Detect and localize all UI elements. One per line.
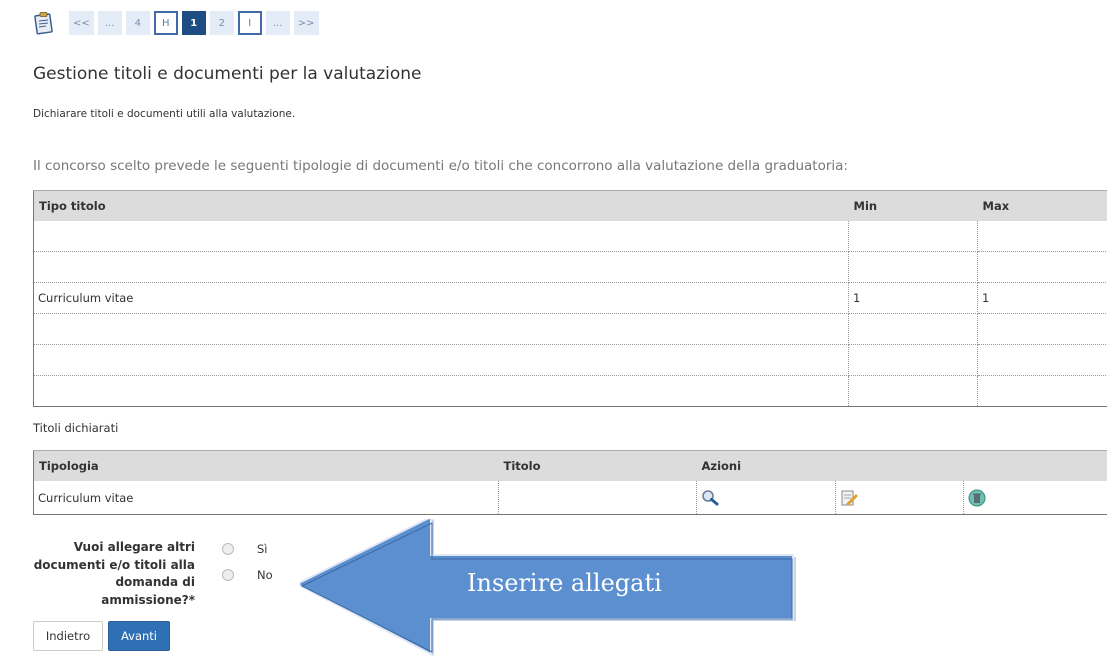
table-row: Curriculum vitae	[33, 481, 1107, 515]
edit-icon[interactable]	[840, 489, 858, 507]
table-row	[33, 375, 1107, 407]
cell-tipo	[33, 344, 849, 376]
cell-tipo	[33, 375, 849, 407]
cell-max	[977, 221, 1107, 252]
action-edit-cell	[835, 481, 964, 515]
cell-max	[977, 251, 1107, 283]
cell-max	[977, 313, 1107, 345]
cell-tipo	[33, 221, 849, 252]
cell-min	[848, 344, 978, 376]
action-view-cell	[696, 481, 836, 515]
col-tipologia: Tipologia	[33, 450, 499, 481]
table-row	[33, 221, 1107, 252]
cell-max	[977, 344, 1107, 376]
cell-tipo	[33, 313, 849, 345]
step-ellipsis-left: ...	[97, 11, 122, 35]
col-min: Min	[848, 190, 978, 221]
step-ellipsis-right: ...	[265, 11, 290, 35]
delete-icon[interactable]	[968, 489, 986, 507]
table-row: Curriculum vitae 1 1	[33, 282, 1107, 314]
declared-titles-label: Titoli dichiarati	[33, 421, 119, 435]
radio-yes[interactable]	[222, 543, 234, 555]
cell-min	[848, 313, 978, 345]
cell-min: 1	[848, 282, 978, 314]
table-row	[33, 344, 1107, 376]
cell-min	[848, 251, 978, 283]
cell-tipologia: Curriculum vitae	[33, 481, 499, 515]
declared-titles-table: Tipologia Titolo Azioni Curriculum vitae	[33, 450, 1107, 515]
col-max: Max	[977, 190, 1107, 221]
table-row	[33, 251, 1107, 283]
step-first[interactable]: <<	[69, 11, 94, 35]
radio-no[interactable]	[222, 569, 234, 581]
step-i[interactable]: I	[237, 11, 262, 35]
callout-text: Inserire allegati	[467, 569, 662, 597]
clipboard-icon	[33, 11, 55, 35]
step-2[interactable]: 2	[209, 11, 234, 35]
intro-text: Il concorso scelto prevede le seguenti t…	[33, 158, 848, 174]
wizard-steps: << ... 4 H 1 2 I ... >>	[33, 10, 323, 36]
step-1-current[interactable]: 1	[181, 11, 206, 35]
radio-option-no[interactable]: No	[222, 568, 273, 582]
attach-question-label: Vuoi allegare altri documenti e/o titoli…	[33, 540, 195, 607]
radio-yes-label: Sì	[257, 542, 268, 556]
action-delete-cell	[963, 481, 1107, 515]
step-h[interactable]: H	[153, 11, 178, 35]
cell-min	[848, 221, 978, 252]
cell-tipo: Curriculum vitae	[33, 282, 849, 314]
col-titolo: Titolo	[498, 450, 697, 481]
cell-max: 1	[977, 282, 1107, 314]
radio-no-label: No	[257, 568, 273, 582]
page-subtitle: Dichiarare titoli e documenti utili alla…	[33, 108, 296, 120]
back-button[interactable]: Indietro	[33, 621, 103, 651]
table-row	[33, 313, 1107, 345]
page-title: Gestione titoli e documenti per la valut…	[33, 64, 422, 84]
radio-option-yes[interactable]: Sì	[222, 542, 268, 556]
document-types-table: Tipo titolo Min Max Curriculum vitae 1 1	[33, 190, 1107, 407]
step-4[interactable]: 4	[125, 11, 150, 35]
cell-tipo	[33, 251, 849, 283]
next-button[interactable]: Avanti	[108, 621, 170, 651]
cell-titolo	[498, 481, 697, 515]
cell-min	[848, 375, 978, 407]
step-last[interactable]: >>	[293, 11, 319, 35]
cell-max	[977, 375, 1107, 407]
col-azioni: Azioni	[696, 450, 1107, 481]
col-tipo-titolo: Tipo titolo	[33, 190, 849, 221]
magnifier-icon[interactable]	[701, 489, 719, 507]
